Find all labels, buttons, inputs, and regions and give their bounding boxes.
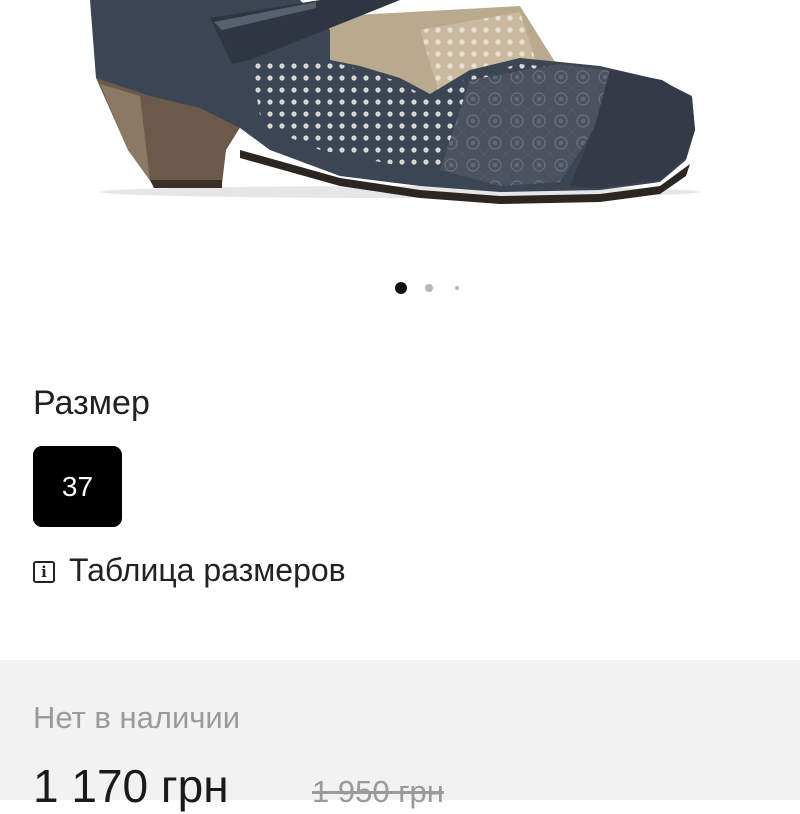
size-heading: Размер: [33, 384, 150, 422]
carousel-dot[interactable]: [425, 284, 433, 292]
product-image: [90, 0, 700, 204]
old-price: 1 950 грн: [312, 774, 444, 809]
stock-status: Нет в наличии: [33, 700, 241, 735]
carousel-dot-active[interactable]: [395, 282, 407, 294]
carousel-indicator: [0, 281, 800, 295]
current-price: 1 170 грн: [33, 760, 229, 812]
price-panel: Нет в наличии 1 170 грн 1 950 грн: [0, 660, 800, 812]
product-gallery[interactable]: [0, 0, 800, 310]
size-table-label: Таблица размеров: [69, 551, 346, 588]
size-table-link[interactable]: i Таблица размеров: [33, 548, 346, 592]
carousel-dot[interactable]: [455, 286, 459, 290]
size-option-selected[interactable]: 37: [33, 446, 122, 527]
info-icon: i: [33, 561, 55, 583]
